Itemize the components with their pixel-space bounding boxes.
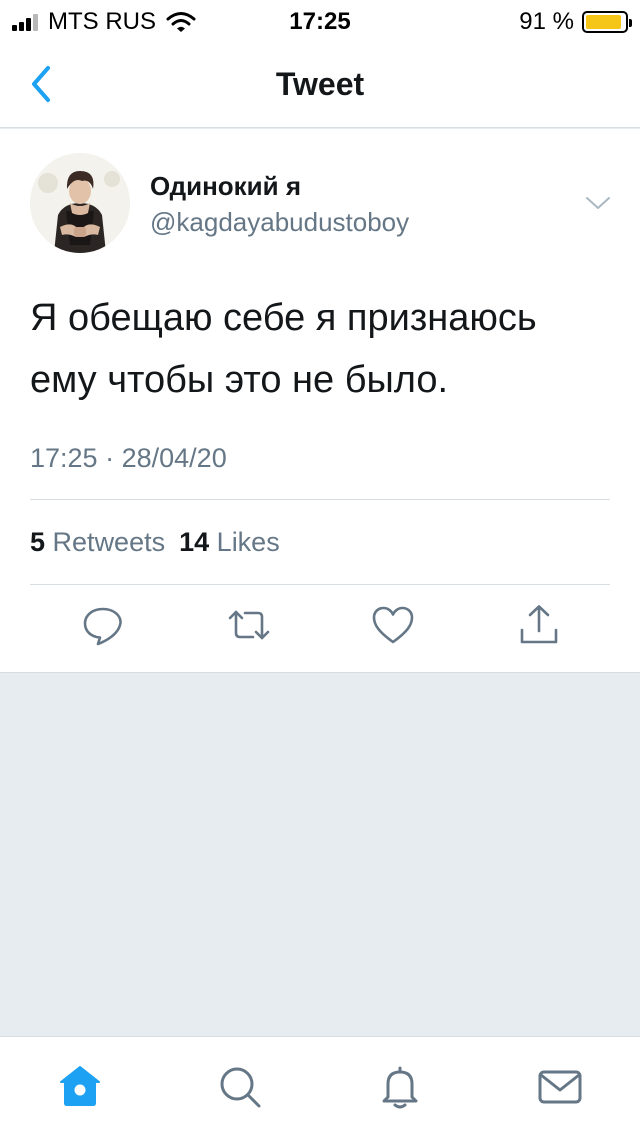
author-handle[interactable]: @kagdayabudustoboy xyxy=(150,207,409,238)
search-icon xyxy=(220,1067,261,1108)
status-bar: MTS RUS 17:25 91 % xyxy=(0,0,640,40)
tweet-time: 17:25 xyxy=(30,443,98,473)
chevron-down-icon xyxy=(586,197,610,209)
tweet-date: 28/04/20 xyxy=(121,443,227,473)
reply-icon xyxy=(83,607,122,646)
page-title: Tweet xyxy=(275,66,365,102)
tweet-actions xyxy=(0,603,640,655)
tweet-stats: 5 Retweets 14 Likes xyxy=(30,527,294,558)
tab-bar xyxy=(0,1036,640,1136)
battery-level xyxy=(586,15,621,29)
tab-notifications[interactable] xyxy=(376,1063,424,1111)
likes-label: Likes xyxy=(216,527,280,557)
battery-icon xyxy=(582,11,632,33)
avatar-image xyxy=(30,153,130,253)
navigation-bar: Tweet xyxy=(0,40,640,128)
share-button[interactable] xyxy=(517,603,561,647)
bell-icon xyxy=(382,1066,418,1109)
retweets-count: 5 xyxy=(30,527,46,557)
battery-percent: 91 % xyxy=(519,8,574,35)
tab-messages[interactable] xyxy=(536,1063,584,1111)
tweet-timestamp: 17:25 · 28/04/20 xyxy=(30,443,227,474)
status-right: 91 % xyxy=(519,8,632,36)
timestamp-separator: · xyxy=(105,443,115,473)
avatar[interactable] xyxy=(30,153,130,253)
retweet-icon xyxy=(228,610,270,640)
likes-count: 14 xyxy=(179,527,210,557)
likes-stat[interactable]: 14 Likes xyxy=(179,527,280,558)
author-name[interactable]: Одинокий я xyxy=(150,171,301,202)
reply-button[interactable] xyxy=(81,603,125,647)
tweet-text: Я обещаю себе я признаюсь ему чтобы это … xyxy=(30,287,610,411)
retweets-stat[interactable]: 5 Retweets xyxy=(30,527,165,558)
divider xyxy=(30,499,610,500)
tweet-detail: Одинокий я @kagdayabudustoboy Я обещаю с… xyxy=(0,129,640,673)
heart-icon xyxy=(372,606,414,644)
share-icon xyxy=(520,605,558,644)
retweet-button[interactable] xyxy=(227,603,271,647)
mail-icon xyxy=(538,1070,582,1104)
tab-home[interactable] xyxy=(56,1063,104,1111)
tweet-text-line-2: ему чтобы это не было. xyxy=(30,359,449,401)
tab-search[interactable] xyxy=(216,1063,264,1111)
retweets-label: Retweets xyxy=(52,527,166,557)
divider xyxy=(30,584,610,585)
more-options-button[interactable] xyxy=(584,193,612,213)
tweet-text-line-1: Я обещаю себе я признаюсь xyxy=(30,297,537,339)
like-button[interactable] xyxy=(371,603,415,647)
home-icon xyxy=(60,1066,100,1106)
